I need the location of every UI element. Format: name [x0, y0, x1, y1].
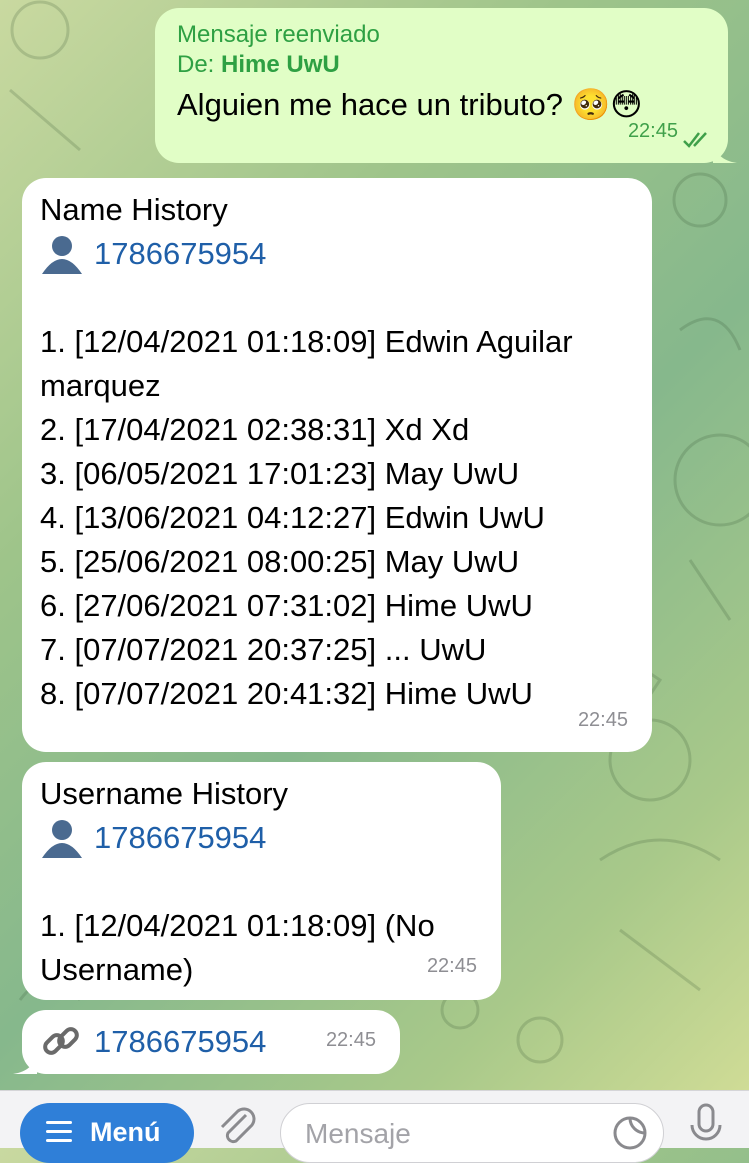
name-history-bubble[interactable]: Name History 1786675954 1. [12/04/2021 0… [22, 178, 652, 752]
name-history-line: 5. [25/06/2021 08:00:25] May UwU [40, 544, 520, 579]
chat-area[interactable]: Mensaje reenviado De: Hime UwU Alguien m… [0, 0, 749, 1090]
bubble-tail [713, 139, 737, 163]
message-text: Alguien me hace un tributo? 🥺😳 [177, 87, 643, 122]
forwarded-from-prefix: De: [177, 51, 222, 78]
name-history-line: marquez [40, 368, 161, 403]
name-history-line: 2. [17/04/2021 02:38:31] Xd Xd [40, 412, 470, 447]
bubble-tail [13, 1050, 37, 1074]
hamburger-icon [46, 1121, 72, 1148]
user-silhouette-icon [42, 236, 82, 274]
composer-bar: Menú Mensaje [0, 1090, 749, 1163]
username-history-line: Username) [40, 952, 194, 987]
user-id-link[interactable]: 1786675954 [94, 232, 266, 276]
user-id-row[interactable]: 1786675954 [40, 232, 634, 276]
forwarded-message-bubble[interactable]: Mensaje reenviado De: Hime UwU Alguien m… [155, 8, 737, 163]
name-history-line: 7. [07/07/2021 20:37:25] ... UwU [40, 632, 487, 667]
user-silhouette-icon [42, 820, 82, 858]
name-history-line: 6. [27/06/2021 07:31:02] Hime UwU [40, 588, 533, 623]
username-history-title: Username History [40, 776, 289, 811]
link-message-bubble[interactable]: 1786675954 22:45 [13, 1010, 400, 1074]
user-id-row[interactable]: 1786675954 [40, 816, 483, 860]
name-history-line: 1. [12/04/2021 01:18:09] Edwin Aguilar [40, 324, 573, 359]
double-check-icon [683, 132, 707, 148]
name-history-line: 8. [07/07/2021 20:41:32] Hime UwU [40, 676, 533, 711]
user-id-link[interactable]: 1786675954 [94, 1020, 266, 1064]
message-time: 22:45 [325, 1029, 376, 1051]
paperclip-icon[interactable] [212, 1101, 262, 1151]
message-input[interactable]: Mensaje [280, 1103, 664, 1163]
forwarded-from[interactable]: De: Hime UwU [177, 50, 706, 80]
message-time: 22:45 [627, 120, 678, 142]
username-history-bubble[interactable]: Username History 1786675954 1. [12/04/20… [22, 762, 501, 1000]
microphone-icon[interactable] [688, 1103, 724, 1147]
message-time: 22:45 [577, 709, 628, 731]
sticker-icon[interactable] [611, 1114, 649, 1152]
name-history-line: 3. [06/05/2021 17:01:23] May UwU [40, 456, 520, 491]
forwarded-from-name[interactable]: Hime UwU [221, 51, 340, 78]
menu-button-label: Menú [90, 1117, 161, 1147]
forwarded-label: Mensaje reenviado [177, 21, 380, 48]
link-icon [43, 1027, 79, 1055]
name-history-line: 4. [13/06/2021 04:12:27] Edwin UwU [40, 500, 545, 535]
menu-button[interactable]: Menú [20, 1103, 194, 1163]
user-id-link[interactable]: 1786675954 [94, 816, 266, 860]
name-history-title: Name History [40, 192, 228, 227]
username-history-line: 1. [12/04/2021 01:18:09] (No [40, 908, 435, 943]
message-input-placeholder: Mensaje [305, 1118, 411, 1149]
message-time: 22:45 [426, 955, 477, 977]
